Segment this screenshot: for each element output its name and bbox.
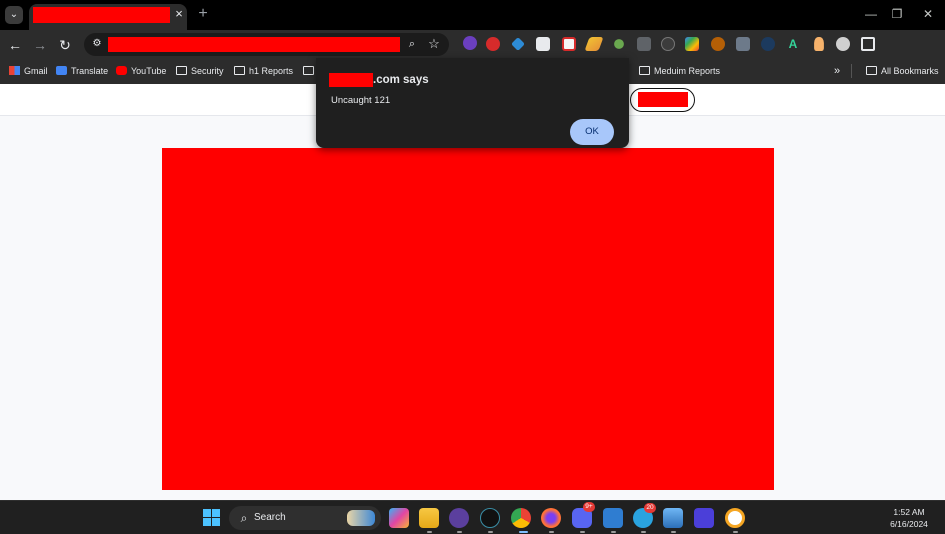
firefox-icon[interactable] — [541, 508, 561, 528]
extension-circle-icon[interactable] — [661, 37, 675, 51]
alert-origin-redaction — [329, 73, 373, 87]
search-highlight-image — [347, 510, 375, 526]
running-indicator-active — [519, 531, 528, 533]
discord-badge: 9+ — [583, 502, 595, 512]
alert-title: .com says — [373, 74, 429, 86]
photos-icon[interactable] — [663, 508, 683, 528]
minimize-button[interactable]: — — [861, 6, 881, 22]
extension-diamond-icon[interactable] — [511, 37, 525, 51]
translate-icon — [56, 66, 67, 75]
browser-app-icon[interactable] — [725, 508, 745, 528]
power-automate-icon[interactable] — [694, 508, 714, 528]
extensions-puzzle-icon[interactable] — [861, 37, 875, 51]
bookmarks-divider — [851, 64, 852, 78]
windows-logo-icon — [203, 509, 211, 517]
extension-disc-icon[interactable] — [836, 37, 850, 51]
extension-pencil-icon[interactable] — [584, 37, 604, 51]
alert-message: Uncaught 121 — [331, 95, 391, 106]
chrome-icon[interactable] — [511, 508, 531, 528]
running-indicator — [641, 531, 646, 533]
back-button[interactable]: ← — [6, 36, 24, 54]
search-icon[interactable]: ⌕ — [404, 36, 420, 52]
running-indicator — [671, 531, 676, 533]
address-bar[interactable]: ⚙ ⌕ ☆ — [84, 33, 449, 56]
search-icon: ⌕ — [240, 511, 248, 525]
url-redaction — [108, 37, 400, 52]
new-tab-button[interactable]: + — [196, 6, 210, 22]
extension-record-icon[interactable] — [562, 37, 576, 51]
bookmark-gmail[interactable]: Gmail — [9, 64, 48, 78]
clock-time[interactable]: 1:52 AM — [880, 507, 938, 518]
running-indicator — [733, 531, 738, 533]
bookmark-translate[interactable]: Translate — [56, 64, 108, 78]
start-button[interactable] — [203, 509, 220, 526]
reload-button[interactable]: ↻ — [56, 36, 74, 54]
bookmarks-overflow-button[interactable]: » — [834, 64, 840, 78]
extension-globe-icon[interactable] — [761, 37, 775, 51]
nox-player-icon[interactable] — [480, 508, 500, 528]
toolbar: ← → ↻ ⚙ ⌕ ☆ A 52 ⋮ — [0, 30, 945, 82]
extension-link-icon[interactable] — [614, 39, 624, 49]
alert-dialog: .com says Uncaught 121 OK — [316, 58, 629, 148]
bookmark-folder-h1-reports[interactable]: h1 Reports — [234, 64, 293, 78]
bookmark-folder-security[interactable]: Security — [176, 64, 224, 78]
all-bookmarks-button[interactable]: All Bookmarks — [866, 64, 939, 78]
running-indicator — [580, 531, 585, 533]
bookmark-star-icon[interactable]: ☆ — [426, 35, 442, 53]
tab-close-icon[interactable]: × — [173, 7, 185, 21]
taskbar-search-label: Search — [254, 512, 286, 523]
copilot-icon[interactable] — [389, 508, 409, 528]
discord-icon[interactable]: 9+ — [572, 502, 595, 528]
tab-search-button[interactable]: ⌄ — [5, 6, 23, 24]
site-info-icon[interactable]: ⚙ — [90, 37, 104, 51]
folder-icon — [176, 66, 187, 75]
folder-icon — [639, 66, 650, 75]
windows-logo-quad — [212, 509, 220, 517]
tab-title-redaction — [33, 7, 170, 23]
running-indicator — [488, 531, 493, 533]
windows-logo-quad — [203, 518, 211, 526]
extension-grid-icon[interactable] — [736, 37, 750, 51]
running-indicator — [427, 531, 432, 533]
folder-icon — [303, 66, 314, 75]
restore-button[interactable]: ❐ — [887, 6, 907, 22]
extension-icon[interactable] — [463, 36, 477, 50]
extension-palette-icon[interactable] — [685, 37, 699, 51]
windows-logo-quad — [212, 518, 220, 526]
bookmark-folder-meduim-reports[interactable]: Meduim Reports — [639, 64, 720, 78]
taskbar: ⌕ Search 9+ 20 1:52 AM 6/16/2024 — [0, 500, 945, 534]
header-pill-button[interactable] — [630, 88, 695, 112]
notepad-icon[interactable] — [603, 508, 623, 528]
clock-date[interactable]: 6/16/2024 — [880, 519, 938, 530]
folder-icon — [866, 66, 877, 75]
youtube-icon — [116, 66, 127, 75]
extension-cursor-icon[interactable] — [637, 37, 651, 51]
bookmark-youtube[interactable]: YouTube — [116, 64, 166, 78]
file-explorer-icon[interactable] — [419, 508, 439, 528]
running-indicator — [457, 531, 462, 533]
active-tab[interactable]: × — [29, 4, 187, 30]
tab-strip: ⌄ × + — ❐ ✕ — [0, 0, 945, 30]
extension-a-icon[interactable]: A — [786, 37, 800, 51]
taskbar-search-box[interactable]: ⌕ Search — [229, 506, 381, 530]
extension-cookie-icon[interactable] — [711, 37, 725, 51]
ok-button[interactable]: OK — [570, 119, 614, 145]
running-indicator — [611, 531, 616, 533]
telegram-badge: 20 — [644, 503, 656, 513]
main-content-redaction — [162, 148, 774, 490]
chevron-down-icon: ⌄ — [9, 9, 19, 20]
header-pill-redaction — [638, 92, 688, 107]
gmail-icon — [9, 66, 20, 75]
forward-button[interactable]: → — [31, 36, 49, 54]
extension-wallet-icon[interactable] — [536, 37, 550, 51]
extension-bottle-icon[interactable] — [814, 37, 824, 51]
folder-icon — [234, 66, 245, 75]
app-icon[interactable] — [449, 508, 469, 528]
telegram-icon[interactable]: 20 — [633, 503, 656, 528]
extension-shield-icon[interactable] — [486, 37, 500, 51]
running-indicator — [549, 531, 554, 533]
close-window-button[interactable]: ✕ — [918, 6, 938, 22]
